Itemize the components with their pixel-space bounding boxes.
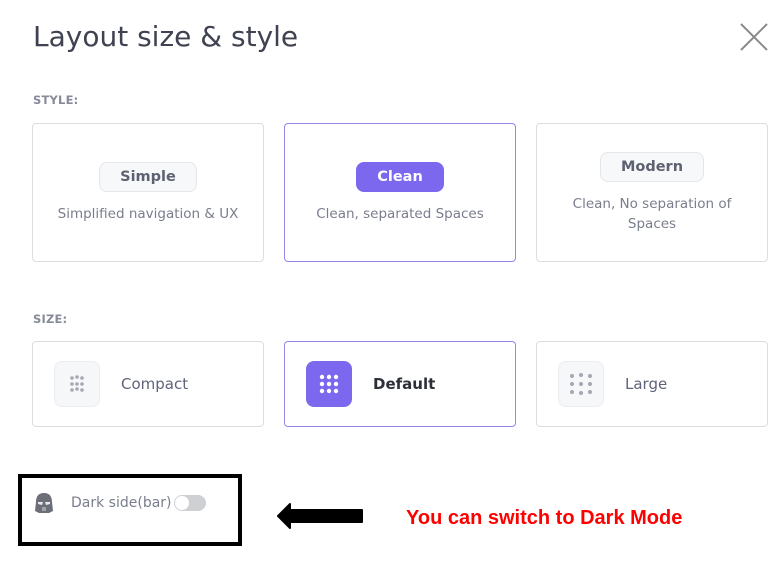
size-option-name: Large [625,375,668,393]
style-option-name: Clean [356,161,444,192]
size-option-name: Compact [121,375,189,393]
style-option-clean[interactable]: Clean Clean, separated Spaces [284,123,516,262]
style-option-modern[interactable]: Modern Clean, No separation of Spaces [536,123,768,262]
page-title: Layout size & style [33,20,299,53]
toggle-knob [174,496,189,510]
style-option-simple[interactable]: Simple Simplified navigation & UX [32,123,264,262]
size-option-default[interactable]: Default [284,341,516,427]
style-section-label: STYLE: [33,93,79,107]
dark-sidebar-toggle[interactable] [173,495,206,511]
size-option-compact[interactable]: Compact [32,341,264,427]
left-arrow-icon [277,503,363,529]
style-option-name: Simple [99,161,197,192]
dots-grid-large-icon [558,361,604,407]
annotation-text: You can switch to Dark Mode [406,507,683,529]
style-option-description: Clean, separated Spaces [316,205,484,222]
style-option-description: Simplified navigation & UX [57,205,239,222]
dots-grid-compact-icon [54,361,100,407]
size-option-large[interactable]: Large [536,341,768,427]
size-section-label: SIZE: [33,312,68,326]
close-icon [740,23,768,51]
dark-sidebar-row: Dark side(bar) [33,492,206,514]
dark-sidebar-label: Dark side(bar) [71,495,172,511]
style-option-description: Clean, No separation of Spaces [572,195,732,232]
darth-vader-helmet-icon [35,493,53,513]
style-option-name: Modern [599,151,705,182]
close-button[interactable] [739,22,769,52]
size-option-name: Default [373,375,436,393]
dots-grid-default-icon [306,361,352,407]
